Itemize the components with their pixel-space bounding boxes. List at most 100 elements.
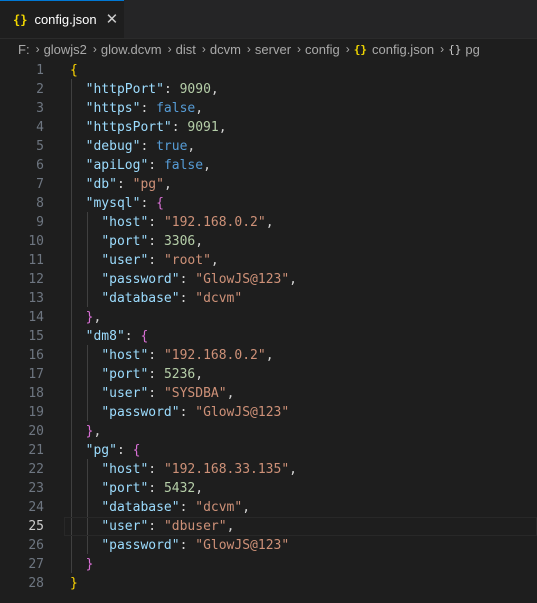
line-code: "password": "GlowJS@123" — [70, 403, 289, 422]
code-token: "dcvm" — [195, 500, 243, 515]
code-line[interactable]: 11 "user": "root", — [0, 251, 537, 270]
breadcrumb-item-symbol[interactable]: pg — [465, 42, 479, 57]
code-token: 5236 — [163, 367, 196, 382]
code-line[interactable]: 4 "httpsPort": 9091, — [0, 118, 537, 137]
line-code: "user": "dbuser", — [70, 517, 234, 536]
code-line[interactable]: 26 "password": "GlowJS@123" — [0, 536, 537, 555]
code-line[interactable]: 27 } — [0, 555, 537, 574]
code-token: true — [156, 139, 188, 154]
breadcrumb-item-glowjs2[interactable]: glowjs2 — [44, 42, 87, 57]
code-line[interactable]: 12 "password": "GlowJS@123", — [0, 270, 537, 289]
breadcrumb-item-dist[interactable]: dist — [176, 42, 196, 57]
code-token: "apiLog" — [85, 158, 149, 173]
breadcrumb-item-drive[interactable]: F: — [18, 42, 30, 57]
line-code: "dm8": { — [70, 327, 149, 346]
code-line[interactable]: 22 "host": "192.168.33.135", — [0, 460, 537, 479]
code-token: 3306 — [163, 234, 196, 249]
code-line[interactable]: 3 "https": false, — [0, 99, 537, 118]
breadcrumb-item-config[interactable]: config — [305, 42, 340, 57]
line-code: "database": "dcvm", — [70, 498, 250, 517]
code-line[interactable]: 28} — [0, 574, 537, 593]
code-line[interactable]: 24 "database": "dcvm", — [0, 498, 537, 517]
code-token: false — [156, 101, 196, 116]
line-number: 3 — [36, 101, 44, 116]
tab-config-json[interactable]: {} config.json ✕ — [0, 0, 124, 38]
code-line[interactable]: 21 "pg": { — [0, 441, 537, 460]
code-editor[interactable]: 1{2 "httpPort": 9090, 3 "https": false, 4 … — [0, 60, 537, 603]
close-icon[interactable]: ✕ — [106, 12, 119, 27]
code-line[interactable]: 25 "user": "dbuser", — [0, 517, 537, 536]
code-token: "user" — [101, 386, 149, 401]
code-line[interactable]: 19 "password": "GlowJS@123" — [0, 403, 537, 422]
breadcrumb-item-file[interactable]: config.json — [372, 42, 434, 57]
code-line[interactable]: 9 "host": "192.168.0.2", — [0, 213, 537, 232]
code-token: , — [93, 310, 102, 325]
tab-label: config.json — [34, 12, 97, 27]
code-token: , — [195, 234, 204, 249]
code-token: "pg" — [132, 177, 164, 192]
code-token: "root" — [163, 253, 211, 268]
code-token: , — [93, 424, 102, 439]
code-token: : — [140, 196, 157, 211]
code-line[interactable]: 23 "port": 5432, — [0, 479, 537, 498]
line-number: 25 — [28, 519, 44, 534]
line-number: 22 — [28, 462, 44, 477]
object-symbol-icon: {} — [448, 42, 462, 56]
code-line[interactable]: 2 "httpPort": 9090, — [0, 80, 537, 99]
code-line[interactable]: 13 "database": "dcvm" — [0, 289, 537, 308]
code-line[interactable]: 7 "db": "pg", — [0, 175, 537, 194]
code-line[interactable]: 1{ — [0, 61, 537, 80]
code-line[interactable]: 8 "mysql": { — [0, 194, 537, 213]
code-line[interactable]: 15 "dm8": { — [0, 327, 537, 346]
line-number: 13 — [28, 291, 44, 306]
line-number: 9 — [36, 215, 44, 230]
code-token: false — [163, 158, 204, 173]
code-token: : — [179, 291, 196, 306]
code-token: "host" — [101, 462, 149, 477]
code-token: , — [210, 253, 219, 268]
code-token: : — [148, 253, 164, 268]
tab-bar: {} config.json ✕ — [0, 0, 537, 39]
line-number: 11 — [28, 253, 44, 268]
code-token: { — [156, 196, 164, 211]
code-token: { — [132, 443, 141, 458]
code-token: , — [218, 120, 227, 135]
code-token: : — [148, 519, 164, 534]
code-line[interactable]: 20 }, — [0, 422, 537, 441]
code-token: "user" — [101, 253, 149, 268]
breadcrumb-item-dcvm[interactable]: dcvm — [210, 42, 241, 57]
code-line[interactable]: 17 "port": 5236, — [0, 365, 537, 384]
code-token: , — [289, 462, 297, 477]
breadcrumb-item-glow-dcvm[interactable]: glow.dcvm — [101, 42, 162, 57]
code-line[interactable]: 5 "debug": true, — [0, 137, 537, 156]
breadcrumb-item-server[interactable]: server — [255, 42, 291, 57]
code-token: "httpsPort" — [85, 120, 172, 135]
code-token: "GlowJS@123" — [195, 405, 290, 420]
code-token: : — [179, 538, 196, 553]
code-token: "database" — [101, 291, 180, 306]
code-token: : — [148, 215, 164, 230]
code-token: "user" — [101, 519, 149, 534]
code-line[interactable]: 10 "port": 3306, — [0, 232, 537, 251]
code-token: : — [116, 443, 133, 458]
code-token: , — [203, 158, 211, 173]
code-line[interactable]: 14 }, — [0, 308, 537, 327]
code-line[interactable]: 16 "host": "192.168.0.2", — [0, 346, 537, 365]
code-token: : — [116, 177, 133, 192]
code-token: : — [148, 367, 164, 382]
code-token: "password" — [101, 272, 180, 287]
code-token: "GlowJS@123" — [195, 272, 290, 287]
code-line[interactable]: 18 "user": "SYSDBA", — [0, 384, 537, 403]
line-code: } — [70, 555, 94, 574]
code-line[interactable]: 6 "apiLog": false, — [0, 156, 537, 175]
